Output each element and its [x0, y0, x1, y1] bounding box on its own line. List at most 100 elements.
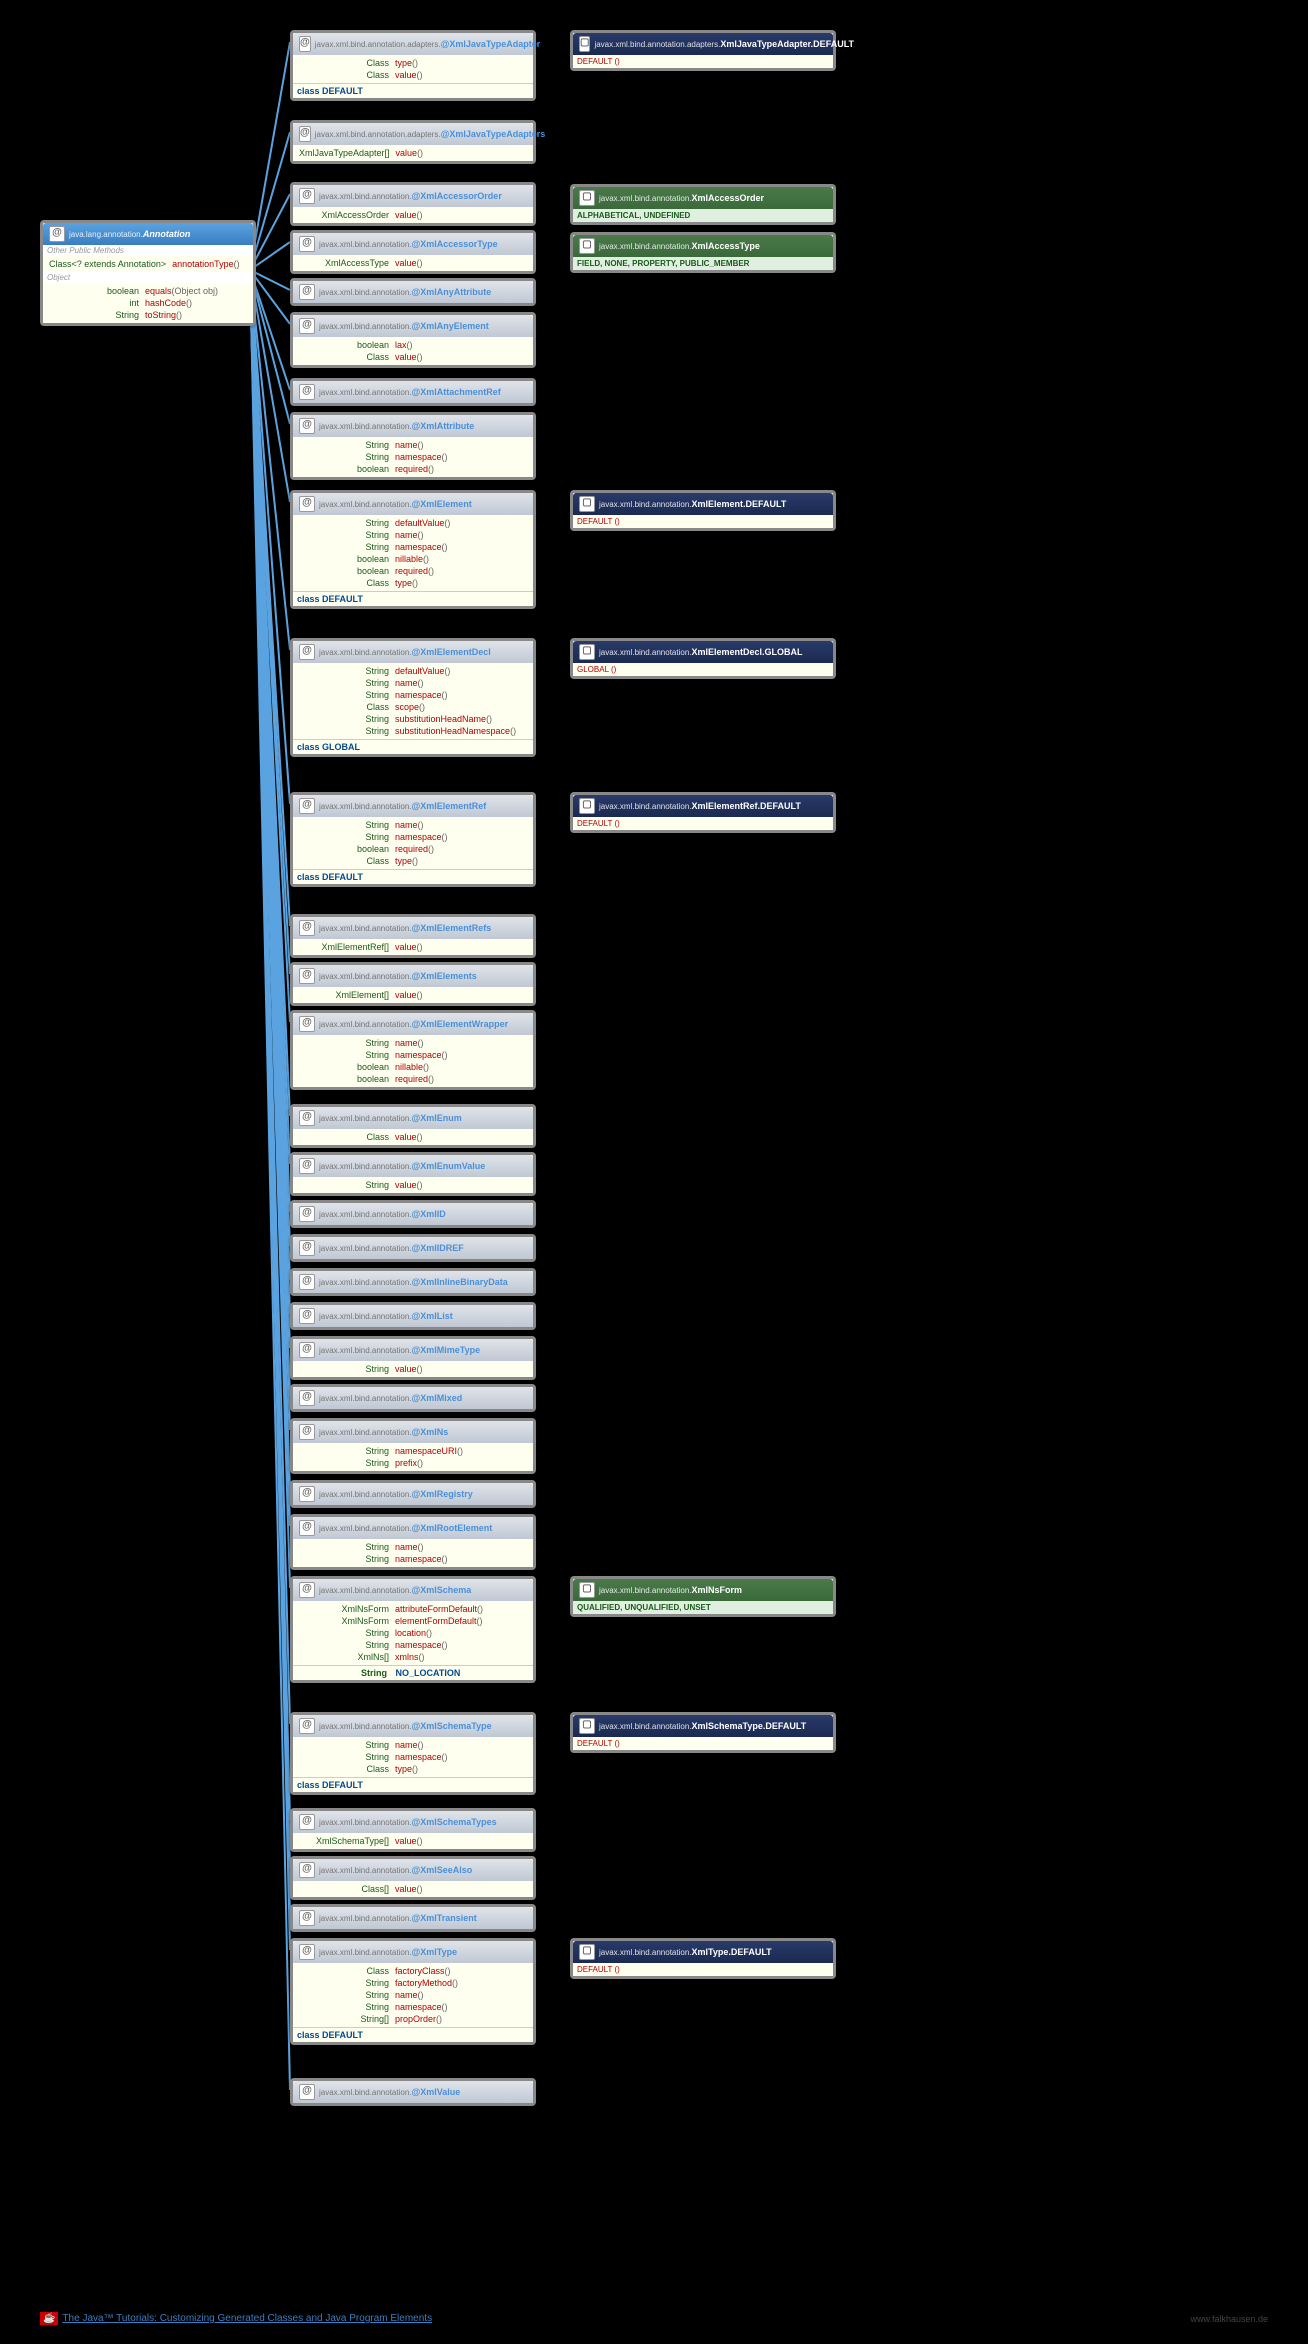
class-box[interactable]: ▢javax.xml.bind.annotation.XmlElementRef… [570, 792, 836, 833]
class-box[interactable]: ▢javax.xml.bind.annotation.XmlSchemaType… [570, 1712, 836, 1753]
annotation-box[interactable]: @javax.xml.bind.annotation.@XmlAccessorT… [290, 230, 536, 274]
annotation-box[interactable]: @javax.xml.bind.annotation.@XmlElementWr… [290, 1010, 536, 1090]
annotation-box[interactable]: @javax.xml.bind.annotation.@XmlNsStringn… [290, 1418, 536, 1474]
method-row: Stringnamespace () [297, 541, 529, 553]
return-type: XmlJavaTypeAdapter[] [299, 148, 396, 158]
method-row: Stringnamespace () [297, 689, 529, 701]
annotation-box[interactable]: @javax.xml.bind.annotation.@XmlElementRe… [290, 914, 536, 958]
pkg-label: javax.xml.bind.annotation. [319, 1948, 412, 1957]
class-icon: ▢ [579, 36, 590, 52]
annotation-box[interactable]: @javax.xml.bind.annotation.@XmlElementRe… [290, 792, 536, 887]
box-body: DEFAULT () [573, 1737, 833, 1750]
class-box[interactable]: ▢javax.xml.bind.annotation.XmlElement.DE… [570, 490, 836, 531]
annotation-box[interactable]: @javax.xml.bind.annotation.@XmlValue [290, 2078, 536, 2106]
enum-box[interactable]: ▢javax.xml.bind.annotation.XmlAccessType… [570, 232, 836, 273]
annotation-body: Stringname ()Stringnamespace () [293, 1539, 533, 1567]
return-type: XmlElement[] [299, 990, 395, 1000]
annotation-box[interactable]: @javax.xml.bind.annotation.@XmlElementDe… [290, 638, 536, 757]
annotation-box[interactable]: @javax.xml.bind.annotation.adapters.@Xml… [290, 120, 536, 164]
method-name: factoryClass [395, 1966, 445, 1976]
method-name: annotationType [172, 259, 234, 269]
method-name: namespace [395, 542, 442, 552]
at-icon: @ [299, 1520, 315, 1536]
annotation-box[interactable]: @javax.xml.bind.annotation.@XmlElementSt… [290, 490, 536, 609]
annotation-box[interactable]: @javax.xml.bind.annotation.@XmlAnyElemen… [290, 312, 536, 368]
class-name: XmlElement.DEFAULT [692, 499, 787, 509]
annotation-header: @javax.xml.bind.annotation.@XmlIDREF [293, 1237, 533, 1259]
method-name: value [395, 1132, 417, 1142]
annotation-name: @XmlIDREF [412, 1243, 464, 1253]
annotation-box[interactable]: @javax.xml.bind.annotation.@XmlEnumValue… [290, 1152, 536, 1196]
annotation-box[interactable]: @javax.xml.bind.annotation.@XmlElementsX… [290, 962, 536, 1006]
method-name: type [395, 856, 412, 866]
annotation-name: @XmlAttachmentRef [412, 387, 501, 397]
class-body: booleanequals(Object obj) inthashCode ()… [43, 283, 253, 323]
at-icon: @ [299, 968, 315, 984]
pkg-label: javax.xml.bind.annotation. [319, 1346, 412, 1355]
annotation-box[interactable]: @javax.xml.bind.annotation.@XmlSchemaTyp… [290, 1712, 536, 1795]
annotation-box[interactable]: @javax.xml.bind.annotation.@XmlTypeClass… [290, 1938, 536, 2045]
annotation-box[interactable]: @javax.xml.bind.annotation.@XmlAccessorO… [290, 182, 536, 226]
return-type: String[] [299, 2014, 395, 2024]
method-name: name [395, 1740, 418, 1750]
annotation-box[interactable]: @javax.xml.bind.annotation.@XmlAttachmen… [290, 378, 536, 406]
return-type: String [299, 1458, 395, 1468]
box-header: ▢javax.xml.bind.annotation.XmlNsForm [573, 1579, 833, 1601]
method-name: lax [395, 340, 407, 350]
annotation-box[interactable]: @javax.xml.bind.annotation.@XmlSchemaXml… [290, 1576, 536, 1683]
annotation-box[interactable]: @javax.xml.bind.annotation.@XmlEnumClass… [290, 1104, 536, 1148]
return-type: String [299, 1554, 395, 1564]
annotation-box[interactable]: @javax.xml.bind.annotation.@XmlIDREF [290, 1234, 536, 1262]
annotation-box[interactable]: @javax.xml.bind.annotation.@XmlRegistry [290, 1480, 536, 1508]
class-box[interactable]: ▢javax.xml.bind.annotation.adapters.XmlJ… [570, 30, 836, 71]
annotation-box[interactable]: @javax.xml.bind.annotation.@XmlRootEleme… [290, 1514, 536, 1570]
method-row: Classvalue () [297, 351, 529, 363]
annotation-box[interactable]: @javax.xml.bind.annotation.adapters.@Xml… [290, 30, 536, 101]
class-box[interactable]: ▢javax.xml.bind.annotation.XmlType.DEFAU… [570, 1938, 836, 1979]
return-type: boolean [299, 554, 395, 564]
pkg-label: javax.xml.bind.annotation. [319, 1818, 412, 1827]
box-body: ALPHABETICAL, UNDEFINED [573, 209, 833, 222]
class-annotation[interactable]: @ java.lang.annotation.Annotation Other … [40, 220, 256, 326]
annotation-box[interactable]: @javax.xml.bind.annotation.@XmlAnyAttrib… [290, 278, 536, 306]
pkg-label: javax.xml.bind.annotation. [319, 1020, 412, 1029]
enum-box[interactable]: ▢javax.xml.bind.annotation.XmlAccessOrde… [570, 184, 836, 225]
method-row: booleanrequired () [297, 843, 529, 855]
annotation-header: @javax.xml.bind.annotation.@XmlAttachmen… [293, 381, 533, 403]
return-type: String [299, 666, 395, 676]
method-name: value [395, 1884, 417, 1894]
annotation-box[interactable]: @javax.xml.bind.annotation.@XmlTransient [290, 1904, 536, 1932]
pkg-label: javax.xml.bind.annotation. [599, 1722, 692, 1731]
method-row: Stringlocation () [297, 1627, 529, 1639]
method-row: Classvalue () [297, 69, 529, 81]
annotation-body: XmlElement[]value () [293, 987, 533, 1003]
annotation-box[interactable]: @javax.xml.bind.annotation.@XmlID [290, 1200, 536, 1228]
pkg-label: javax.xml.bind.annotation.adapters. [315, 40, 441, 49]
annotation-box[interactable]: @javax.xml.bind.annotation.@XmlInlineBin… [290, 1268, 536, 1296]
annotation-name: @XmlMixed [412, 1393, 463, 1403]
annotation-body: StringnamespaceURI ()Stringprefix () [293, 1443, 533, 1471]
at-icon: @ [299, 318, 315, 334]
annotation-name: @XmlNs [412, 1427, 449, 1437]
at-icon: @ [299, 1390, 315, 1406]
class-box[interactable]: ▢javax.xml.bind.annotation.XmlElementDec… [570, 638, 836, 679]
pkg-label: java.lang.annotation. [69, 230, 143, 239]
class-body: Class<? extends Annotation>annotationTyp… [43, 256, 253, 272]
annotation-box[interactable]: @javax.xml.bind.annotation.@XmlList [290, 1302, 536, 1330]
annotation-box[interactable]: @javax.xml.bind.annotation.@XmlSeeAlsoCl… [290, 1856, 536, 1900]
return-type: String [299, 518, 395, 528]
return-type: boolean [299, 1062, 395, 1072]
footer-link[interactable]: ☕The Java™ Tutorials: Customizing Genera… [40, 2313, 432, 2324]
annotation-name: @XmlSchemaType [412, 1721, 492, 1731]
annotation-body: XmlElementRef[]value () [293, 939, 533, 955]
enum-box[interactable]: ▢javax.xml.bind.annotation.XmlNsFormQUAL… [570, 1576, 836, 1617]
pkg-label: javax.xml.bind.annotation. [319, 1914, 412, 1923]
annotation-box[interactable]: @javax.xml.bind.annotation.@XmlSchemaTyp… [290, 1808, 536, 1852]
annotation-box[interactable]: @javax.xml.bind.annotation.@XmlMixed [290, 1384, 536, 1412]
nested-class-label: class DEFAULT [293, 1777, 533, 1792]
annotation-header: @javax.xml.bind.annotation.@XmlEnumValue [293, 1155, 533, 1177]
method-name: required [395, 1074, 428, 1084]
annotation-box[interactable]: @javax.xml.bind.annotation.@XmlAttribute… [290, 412, 536, 480]
box-header: ▢javax.xml.bind.annotation.XmlElement.DE… [573, 493, 833, 515]
annotation-box[interactable]: @javax.xml.bind.annotation.@XmlMimeTypeS… [290, 1336, 536, 1380]
